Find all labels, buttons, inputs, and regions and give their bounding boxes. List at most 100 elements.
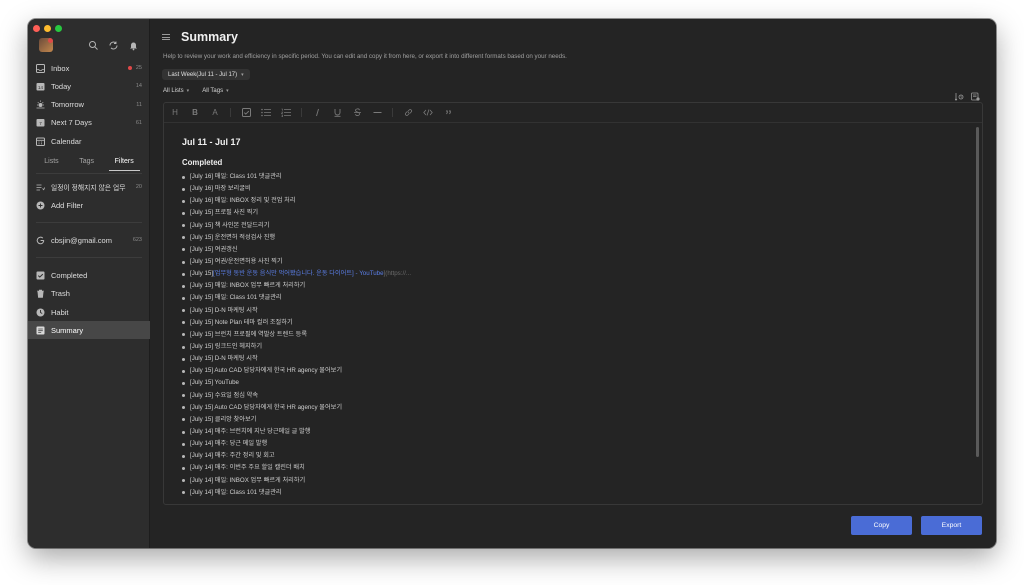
task-text: [July 16] 마장 보리굴비 [190,185,251,193]
tab-filters[interactable]: Filters [108,155,140,171]
close-window-button[interactable] [33,25,40,32]
list-item: [July 14] 매주: 주간 정리 및 회고 [182,450,962,462]
list-item: [July 14] 매주: 이번주 주요 할일 캘린더 배치 [182,462,962,474]
sidebar: Inbox 25 14 Today 14 Tomorrow 11 7 Next … [28,19,150,548]
summary-tools [954,88,980,101]
underline-icon[interactable] [332,108,342,118]
summary-editor[interactable]: H B A Jul 11 - Jul 17 Completed [July 16… [163,102,983,505]
inbox-icon [36,63,45,73]
sidebar-item-today[interactable]: 14 Today 14 [28,77,150,95]
editor-scrollbar[interactable] [976,127,979,457]
task-text: [July 15] Note Plan 테마 컬러 조절하기 [190,318,293,326]
bullet-icon [182,466,185,470]
completed-task-list: [July 16] 매일: Class 101 댓글관리 [July 16] 마장… [182,171,962,499]
page-title: Summary [181,30,238,44]
bullet-icon [182,284,185,288]
summary-content: Jul 11 - Jul 17 Completed [July 16] 매일: … [182,137,962,499]
format-toolbar: H B A [164,103,982,123]
sidebar-item-account[interactable]: cbsjin@gmail.com 623 [28,231,150,249]
sidebar-item-completed[interactable]: Completed [28,266,150,284]
avatar[interactable] [39,38,53,52]
bullet-icon [182,175,185,179]
tags-filter-dropdown[interactable]: All Tags ▾ [202,88,228,94]
tab-tags[interactable]: Tags [73,155,100,168]
add-filter-button[interactable]: Add Filter [28,196,150,214]
sidebar-item-calendar[interactable]: Calendar [28,132,150,150]
link-icon[interactable] [403,108,413,118]
tab-lists[interactable]: Lists [38,155,64,168]
chevron-down-icon: ▾ [186,88,190,94]
filter-list-icon [36,183,46,192]
lists-filter-dropdown[interactable]: All Lists ▾ [163,88,189,94]
display-options-icon[interactable] [954,88,964,101]
chevron-down-icon: ▾ [226,88,229,94]
list-item: [July 16] 매일: INBOX 정리 및 전업 처리 [182,195,962,207]
list-item: [July 15] D-N 마케팅 시작 [182,353,962,365]
sidebar-item-tomorrow[interactable]: Tomorrow 11 [28,96,150,114]
sidebar-item-habit[interactable]: Habit [28,303,150,321]
bullet-list-icon[interactable] [261,108,271,118]
sidebar-item-trash[interactable]: Trash [28,285,150,303]
task-text: [July 15] YouTube [190,379,239,387]
sidebar-item-label: Add Filter [51,200,84,210]
bold-button[interactable]: B [190,108,200,118]
list-item: [July 15] Note Plan 테마 컬러 조절하기 [182,317,962,329]
app-window: Inbox 25 14 Today 14 Tomorrow 11 7 Next … [28,19,996,548]
bullet-icon [182,430,185,434]
sidebar-item-summary[interactable]: Summary [28,321,150,340]
code-icon[interactable] [423,108,433,118]
bullet-icon [182,248,185,252]
list-item: [July 15] 클리앙 찾아보기 [182,414,962,426]
sidebar-item-inbox[interactable]: Inbox 25 [28,59,150,77]
sidebar-item-label: 일정이 정해지지 않은 업무 [51,185,126,193]
task-text: [July 14] 매주: 당근 메일 발행 [190,440,268,448]
copy-button[interactable]: Copy [851,516,912,535]
strikethrough-icon[interactable] [352,108,362,118]
sidebar-item-label: Calendar [51,136,82,146]
bell-icon[interactable] [128,38,139,51]
checkbox-icon[interactable] [241,108,251,118]
sidebar-item-label: Today [51,81,72,91]
task-text: [July 16] 매일: INBOX 정리 및 전업 처리 [190,197,296,205]
sync-icon[interactable] [108,38,119,50]
completed-icon [36,271,45,280]
zoom-window-button[interactable] [55,25,62,32]
task-text: [July 15] D-N 마케팅 시작 [190,355,258,363]
tomorrow-icon [36,100,45,109]
hamburger-menu-icon[interactable] [162,34,170,40]
bullet-icon [182,333,185,337]
task-text: [July 15] 클리앙 찾아보기 [190,415,257,423]
template-settings-icon[interactable] [971,88,980,101]
plus-circle-icon [36,201,45,210]
toolbar-divider [230,108,231,117]
sidebar-nav: Inbox 25 14 Today 14 Tomorrow 11 7 Next … [28,59,150,340]
task-text: [July 14] 매주: 브런치에 지난 당근메일 글 발행 [190,427,311,435]
sidebar-item-label: Habit [51,307,69,317]
sidebar-item-next-7-days[interactable]: 7 Next 7 Days 61 [28,114,150,132]
search-icon[interactable] [88,38,99,50]
italic-icon[interactable] [312,108,322,118]
highlight-button[interactable]: A [210,108,220,118]
sidebar-item-filter[interactable]: 일정이 정해지지 않은 업무 20 [28,178,150,196]
task-text: [July 14] 매일: Class 101 댓글관리 [190,488,282,496]
heading-button[interactable]: H [170,108,180,118]
quote-icon[interactable] [443,108,453,118]
list-item: [July 15] Auto CAD 담당자에게 한국 HR agency 물어… [182,402,962,414]
item-count: 25 [135,65,142,71]
bullet-icon [182,406,185,410]
svg-text:14: 14 [38,85,44,90]
list-item: [July 15] 여권/운전면허용 사진 찍기 [182,256,962,268]
task-text: [July 14] 매일: INBOX 업무 빠르게 처리하기 [190,476,306,484]
export-button[interactable]: Export [921,516,982,535]
horizontal-rule-icon[interactable] [372,108,382,118]
list-item: [July 15] D-N 마케팅 시작 [182,305,962,317]
summary-filters: All Lists ▾ All Tags ▾ [163,88,229,94]
youtube-link[interactable]: [업무형 동반 운동 음식만 먹어봤습니다. 운동 다이어트] - YouTub… [213,268,384,280]
list-item: [July 15] 매일: Class 101 댓글관리 [182,292,962,304]
task-text: [July 15] 매일: Class 101 댓글관리 [190,294,282,302]
chevron-down-icon: ▾ [241,71,244,78]
period-select[interactable]: Last Week(Jul 11 - Jul 17) ▾ [162,69,250,80]
main-panel: Summary Help to review your work and eff… [150,19,996,548]
numbered-list-icon[interactable] [281,108,291,118]
minimize-window-button[interactable] [44,25,51,32]
